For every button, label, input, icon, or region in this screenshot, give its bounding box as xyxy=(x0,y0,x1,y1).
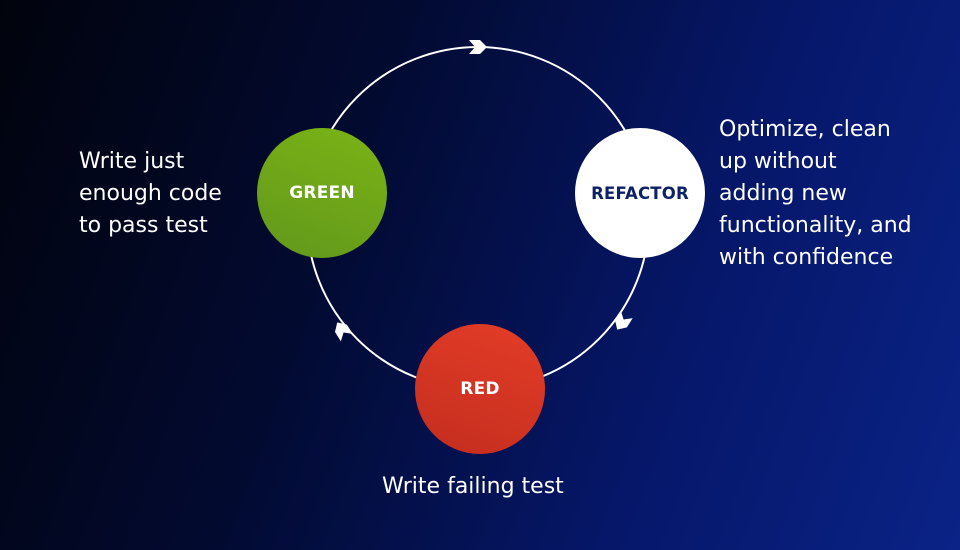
refactor-node: REFACTOR xyxy=(575,128,705,258)
red-node: RED xyxy=(415,324,545,454)
refactor-node-label: REFACTOR xyxy=(591,183,689,203)
red-node-label: RED xyxy=(460,379,500,399)
green-node: GREEN xyxy=(257,128,387,258)
cycle-diagram xyxy=(306,40,650,390)
refactor-description: Optimize, clean up without adding new fu… xyxy=(719,117,912,270)
green-node-label: GREEN xyxy=(289,183,355,203)
red-description: Write failing test xyxy=(382,474,564,499)
green-description: Write just enough code to pass test xyxy=(79,149,222,238)
